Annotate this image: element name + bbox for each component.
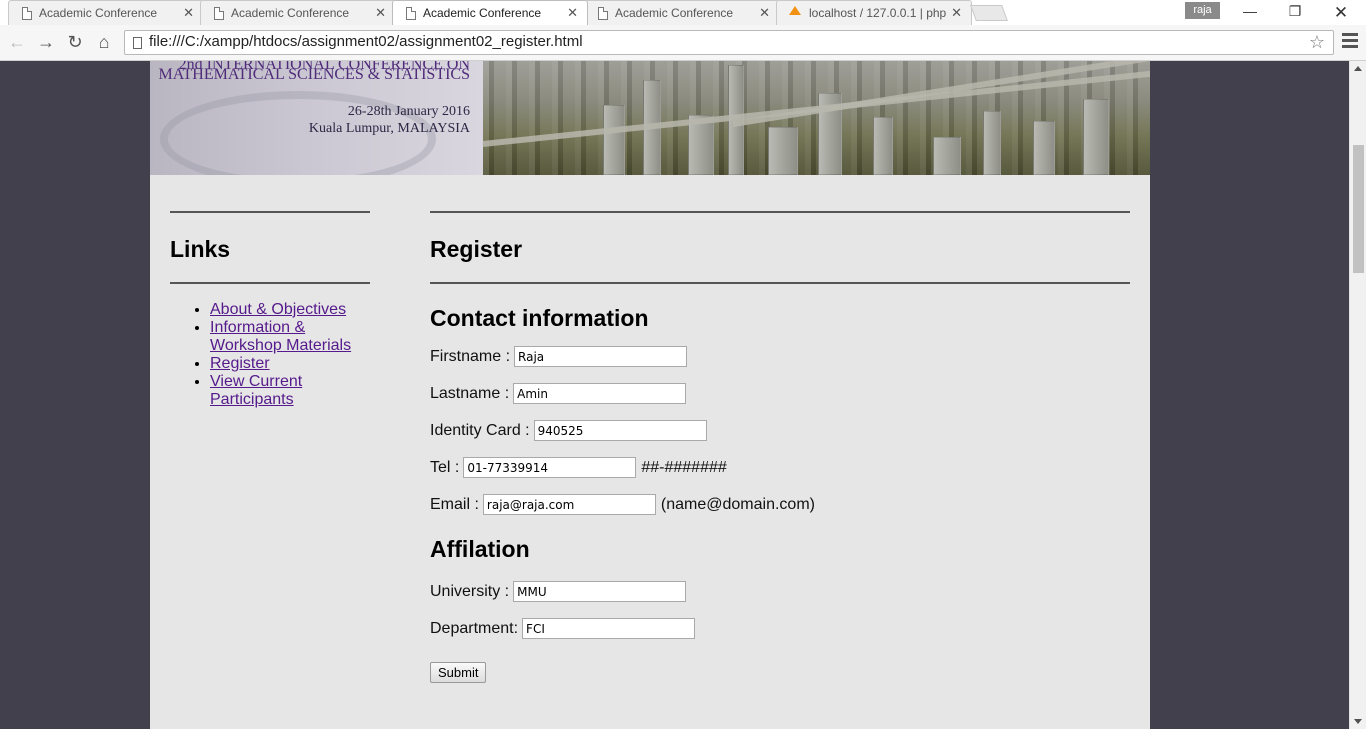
browser-toolbar: ← → ↻ ⌂ file:///C:/xampp/htdocs/assignme… [0, 25, 1366, 61]
tab-academic-conference-2[interactable]: Academic Conference ✕ [200, 0, 396, 25]
divider [430, 211, 1130, 213]
tab-close-icon[interactable]: ✕ [375, 5, 386, 21]
document-icon [406, 7, 416, 20]
conference-date-block: 26-28th January 2016 Kuala Lumpur, MALAY… [300, 103, 470, 137]
url-text: file:///C:/xampp/htdocs/assignment02/ass… [149, 33, 583, 50]
tab-academic-conference-active[interactable]: Academic Conference ✕ [392, 0, 588, 25]
sidebar-heading: Links [170, 236, 231, 262]
firstname-field[interactable] [514, 346, 688, 367]
email-field[interactable] [482, 494, 656, 515]
sidebar: Links About & Objectives Information & W… [170, 211, 370, 409]
forward-arrow-icon[interactable]: → [35, 31, 57, 53]
tab-title: localhost / 127.0.0.1 | php [809, 6, 947, 20]
tel-field[interactable] [463, 457, 637, 478]
link-information-workshop[interactable]: Information & Workshop Materials [210, 319, 351, 354]
divider [170, 211, 370, 213]
identity-card-label: Identity Card : [430, 422, 530, 439]
identity-card-field[interactable] [533, 420, 707, 441]
submit-button[interactable]: Submit [430, 662, 487, 683]
university-field[interactable] [513, 581, 687, 602]
city-skyline-image [482, 61, 1150, 175]
tel-label: Tel : [430, 459, 460, 476]
affiliation-heading: Affilation [430, 536, 530, 562]
university-row: University : [430, 580, 1130, 603]
tab-close-icon[interactable]: ✕ [951, 5, 962, 21]
page-title: Register [430, 236, 523, 262]
menu-icon[interactable] [1342, 33, 1358, 51]
divider [170, 282, 370, 284]
tab-close-icon[interactable]: ✕ [183, 5, 194, 21]
vertical-scrollbar[interactable] [1349, 61, 1366, 729]
divider [430, 282, 1130, 284]
profile-badge[interactable]: raja [1185, 2, 1220, 19]
page-icon [133, 37, 142, 49]
conference-date: 26-28th January 2016 [347, 104, 470, 119]
document-icon [22, 7, 32, 20]
tab-academic-conference-1[interactable]: Academic Conference ✕ [8, 0, 204, 25]
department-row: Department: [430, 617, 1130, 640]
submit-row: Submit [430, 662, 1130, 683]
conference-banner: 2nd INTERNATIONAL CONFERENCE ON MATHEMAT… [150, 61, 1150, 175]
home-icon[interactable]: ⌂ [93, 31, 115, 53]
firstname-label: Firstname : [430, 348, 511, 365]
list-item: Register [210, 355, 370, 373]
email-row: Email : (name@domain.com) [430, 493, 1130, 516]
list-item: About & Objectives [210, 301, 370, 319]
page-container: 2nd INTERNATIONAL CONFERENCE ON MATHEMAT… [150, 61, 1150, 729]
tab-title: Academic Conference [423, 6, 542, 20]
tel-row: Tel : ##-####### [430, 456, 1130, 479]
back-arrow-icon[interactable]: ← [6, 31, 28, 53]
sidebar-links: About & Objectives Information & Worksho… [170, 301, 370, 409]
bookmark-star-icon[interactable]: ☆ [1309, 32, 1325, 53]
document-icon [214, 7, 224, 20]
new-tab-button[interactable] [970, 5, 1008, 21]
minimize-icon[interactable]: — [1235, 3, 1265, 23]
link-about-objectives[interactable]: About & Objectives [210, 301, 346, 318]
list-item: Information & Workshop Materials [210, 319, 370, 355]
scrollbar-thumb[interactable] [1353, 145, 1364, 273]
tab-title: Academic Conference [231, 6, 350, 20]
restore-icon[interactable]: ❐ [1280, 3, 1310, 23]
conference-location: Kuala Lumpur, MALAYSIA [308, 121, 470, 136]
department-field[interactable] [522, 618, 696, 639]
firstname-row: Firstname : [430, 345, 1130, 368]
phpmyadmin-icon [787, 6, 803, 21]
tab-title: Academic Conference [615, 6, 734, 20]
scroll-up-icon[interactable] [1354, 66, 1362, 71]
email-format-hint: (name@domain.com) [660, 496, 815, 513]
link-view-participants[interactable]: View Current Participants [210, 373, 302, 408]
email-label: Email : [430, 496, 479, 513]
scroll-down-icon[interactable] [1354, 719, 1362, 724]
list-item: View Current Participants [210, 373, 370, 409]
document-icon [598, 7, 608, 20]
tab-strip: Academic Conference ✕ Academic Conferenc… [0, 0, 1366, 25]
lastname-field[interactable] [513, 383, 687, 404]
tab-title: Academic Conference [39, 6, 158, 20]
reload-icon[interactable]: ↻ [64, 31, 86, 53]
tel-format-hint: ##-####### [641, 459, 727, 476]
contact-heading: Contact information [430, 305, 649, 331]
tab-close-icon[interactable]: ✕ [759, 5, 770, 21]
register-section: Register Contact information Firstname :… [430, 211, 1130, 683]
lastname-row: Lastname : [430, 382, 1130, 405]
tab-phpmyadmin[interactable]: localhost / 127.0.0.1 | php ✕ [776, 0, 972, 25]
conference-title-line2: MATHEMATICAL SCIENCES & STATISTICS [158, 66, 470, 83]
close-window-icon[interactable]: ✕ [1326, 3, 1356, 23]
department-label: Department: [430, 620, 519, 637]
university-label: University : [430, 583, 510, 600]
tab-academic-conference-4[interactable]: Academic Conference ✕ [584, 0, 780, 25]
link-register[interactable]: Register [210, 355, 270, 372]
tab-close-icon[interactable]: ✕ [567, 5, 578, 21]
address-bar[interactable]: file:///C:/xampp/htdocs/assignment02/ass… [124, 30, 1334, 55]
lastname-label: Lastname : [430, 385, 510, 402]
conference-title: 2nd INTERNATIONAL CONFERENCE ON MATHEMAT… [150, 61, 470, 83]
page-viewport: 2nd INTERNATIONAL CONFERENCE ON MATHEMAT… [0, 61, 1349, 729]
identity-card-row: Identity Card : [430, 419, 1130, 442]
